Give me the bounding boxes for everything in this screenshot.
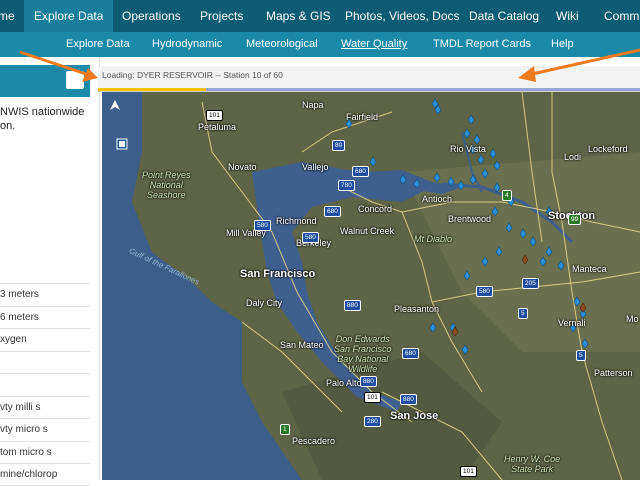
parameter-row[interactable] (0, 373, 90, 396)
topnav-item-wiki[interactable]: Wiki (556, 0, 579, 32)
map-label-fairfield: Fairfield (346, 112, 379, 122)
highway-shield: 5 (518, 308, 528, 319)
loading-progress-fill (98, 88, 207, 91)
map-label-daly-city: Daly City (246, 298, 283, 308)
panel-toggle-button[interactable] (66, 71, 84, 89)
map-label-lodi: Lodi (564, 152, 582, 162)
map-label-henry-coe-text: Henry W. Coe State Park (504, 454, 561, 474)
highway-shield: 580 (476, 286, 493, 297)
map-label-san-francisco: San Francisco (240, 268, 316, 280)
compass-icon[interactable] (110, 100, 120, 110)
highway-shield: 101 (206, 110, 223, 121)
subnav-item-explore-data[interactable]: Explore Data (66, 32, 130, 57)
highway-shield: 680 (324, 206, 341, 217)
highway-shield: 680 (352, 166, 369, 177)
left-panel: NWIS nationwide on. 3 meters 6 meters xy… (0, 57, 100, 486)
map-label-walnut-creek: Walnut Creek (340, 226, 395, 236)
map-label-point-reyes: Point Reyes National Seashore (142, 170, 191, 200)
map-label-petaluma: Petaluma (198, 122, 237, 132)
map-label-mo: Mo (626, 314, 639, 324)
subnav-item-tmdl-report-cards[interactable]: TMDL Report Cards (433, 32, 531, 57)
panel-intro-text: NWIS nationwide on. (0, 105, 100, 133)
map-label-novato: Novato (228, 162, 257, 172)
highway-shield: 280 (364, 416, 381, 427)
map-label-pescadero: Pescadero (292, 436, 336, 446)
highway-shield: 1 (280, 424, 290, 435)
map-label-san-jose: San Jose (390, 410, 439, 422)
map-label-vernalis: Vernali (558, 318, 586, 328)
panel-intro-line: NWIS nationwide (0, 106, 85, 118)
parameter-list: 3 meters 6 meters xygen vty milli s vty … (0, 283, 90, 486)
highway-shield: 780 (338, 180, 355, 191)
map-view[interactable]: Fairfield Napa Petaluma Novato Vallejo R… (102, 92, 640, 480)
highway-shield: 880 (360, 376, 377, 387)
map-label-concord: Concord (358, 204, 393, 214)
highway-shield: 99 (568, 214, 582, 225)
map-label-san-mateo: San Mateo (280, 340, 324, 350)
highway-shield: 5 (576, 350, 586, 361)
highway-shield: 205 (522, 278, 539, 289)
subnav-item-hydrodynamic[interactable]: Hydrodynamic (152, 32, 222, 57)
topnav-item-explore-data[interactable]: Explore Data (24, 0, 114, 32)
highway-shield: 101 (460, 466, 477, 477)
map-label-pleasanton: Pleasanton (394, 304, 440, 314)
highway-shield: 880 (400, 394, 417, 405)
highway-shield: 580 (254, 220, 271, 231)
map-label-patterson: Patterson (594, 368, 633, 378)
parameter-row[interactable]: mine/chlorop (0, 463, 90, 486)
layers-icon[interactable] (116, 138, 128, 150)
panel-intro-line: on. (0, 120, 16, 132)
parameter-row[interactable]: vty milli s (0, 395, 90, 419)
highway-shield: 880 (344, 300, 361, 311)
map-label-richmond: Richmond (276, 216, 317, 226)
map-label-brentwood: Brentwood (448, 214, 492, 224)
subnav-item-water-quality[interactable]: Water Quality (341, 32, 407, 57)
highway-shield: 80 (332, 140, 346, 151)
topnav-item-data-catalog[interactable]: Data Catalog (469, 0, 539, 32)
parameter-row[interactable] (0, 350, 90, 374)
highway-shield: 580 (302, 232, 319, 243)
map-label-henry-coe: Henry W. Coe State Park (504, 454, 560, 474)
loading-status-bar: Loading: DYER RESERVOIR -- Station 10 of… (98, 66, 640, 92)
map-label-vallejo: Vallejo (302, 162, 329, 172)
topnav-item-maps-gis[interactable]: Maps & GIS (266, 0, 331, 32)
map-label-lockeford: Lockeford (588, 144, 628, 154)
map-label-manteca: Manteca (572, 264, 607, 274)
sub-nav: Explore Data Hydrodynamic Meteorological… (0, 32, 640, 57)
map-label-rio-vista: Rio Vista (450, 144, 486, 154)
topnav-item-photos[interactable]: Photos, Videos, Docs (345, 0, 460, 32)
top-nav: me Explore Data Operations Projects Maps… (0, 0, 640, 32)
map-label-mt-diablo: Mt Diablo (414, 234, 453, 244)
map-label-don-edwards: Don Edwards San Francisco Bay National W… (334, 334, 392, 374)
map-label-don-edwards-text: Don Edwards San Francisco Bay National W… (334, 334, 392, 374)
parameter-row[interactable]: 3 meters (0, 283, 90, 306)
parameter-row[interactable]: tom micro s (0, 440, 90, 464)
topnav-item-operations[interactable]: Operations (122, 0, 181, 32)
subnav-item-help[interactable]: Help (551, 32, 574, 57)
highway-shield: 680 (402, 348, 419, 359)
parameter-row[interactable]: 6 meters (0, 305, 90, 329)
map-label-antioch: Antioch (422, 194, 453, 204)
map-label-napa: Napa (302, 100, 324, 110)
map-label-point-reyes-text: Point Reyes National Seashore (142, 170, 191, 200)
highway-shield: 101 (364, 392, 381, 403)
loading-progress-track (98, 88, 640, 91)
topnav-item-home[interactable]: me (0, 0, 15, 32)
loading-text: Loading: DYER RESERVOIR -- Station 10 of… (102, 70, 283, 80)
parameter-row[interactable]: vty micro s (0, 418, 90, 441)
highway-shield: 4 (502, 190, 512, 201)
left-panel-header (0, 65, 90, 97)
topnav-item-community[interactable]: Commu (604, 0, 640, 32)
subnav-item-meteorological[interactable]: Meteorological (246, 32, 318, 57)
topnav-item-projects[interactable]: Projects (200, 0, 243, 32)
parameter-row[interactable]: xygen (0, 328, 90, 351)
map-label-palo-alto: Palo Alto (326, 378, 362, 388)
